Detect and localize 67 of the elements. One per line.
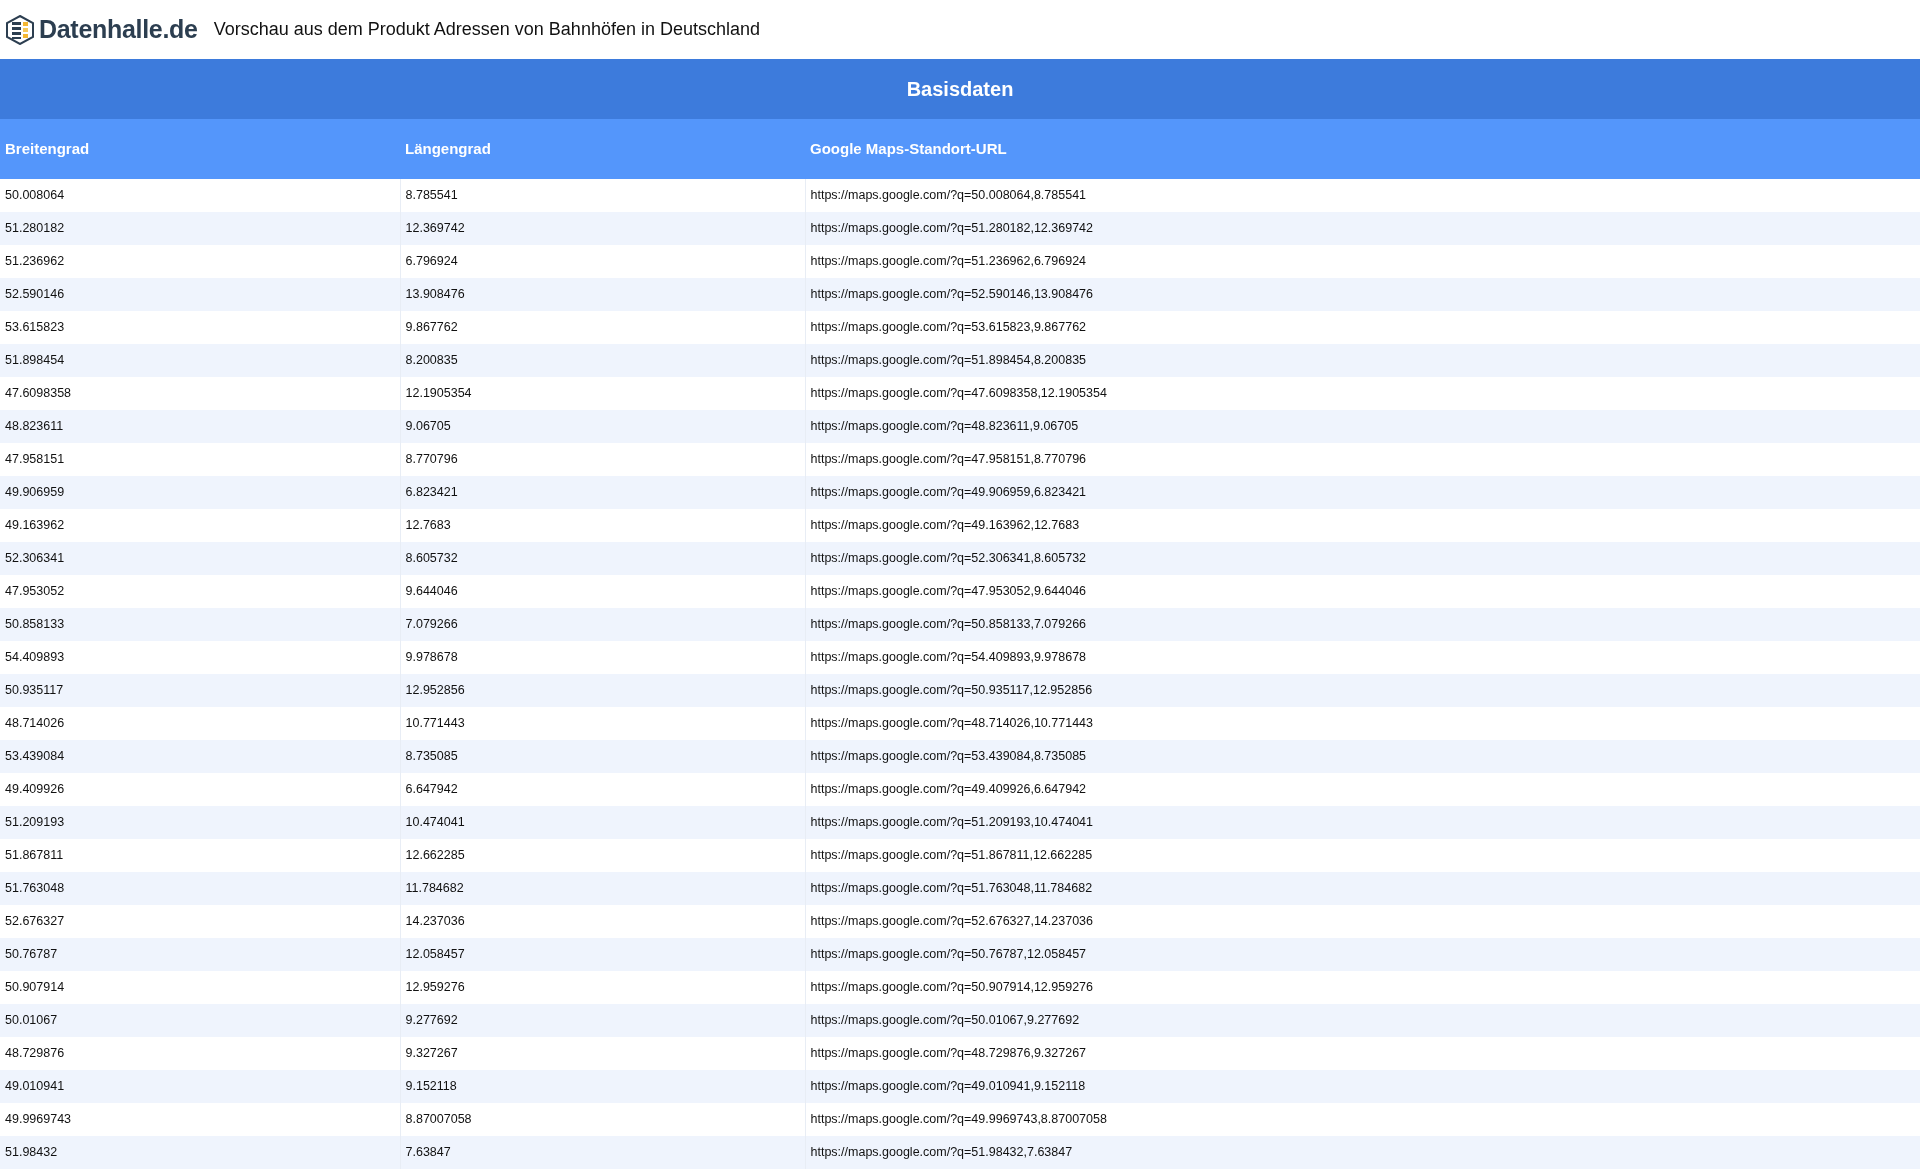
table-cell: 47.6098358 xyxy=(0,377,400,410)
table-cell: 7.079266 xyxy=(400,608,805,641)
table-cell: 51.236962 xyxy=(0,245,400,278)
table-cell: 53.439084 xyxy=(0,740,400,773)
table-cell: 52.306341 xyxy=(0,542,400,575)
table-cell: 6.823421 xyxy=(400,476,805,509)
table-cell: 50.907914 xyxy=(0,971,400,1004)
section-header: Basisdaten xyxy=(0,59,1920,119)
table-cell: 13.908476 xyxy=(400,278,805,311)
table-cell: 50.935117 xyxy=(0,674,400,707)
table-cell: 52.676327 xyxy=(0,905,400,938)
table-cell: https://maps.google.com/?q=52.590146,13.908476 xyxy=(805,278,1920,311)
table-cell: 52.590146 xyxy=(0,278,400,311)
table-cell: 51.280182 xyxy=(0,212,400,245)
table-cell: 50.76787 xyxy=(0,938,400,971)
table-cell: 51.898454 xyxy=(0,344,400,377)
table-cell: 50.858133 xyxy=(0,608,400,641)
table-cell: https://maps.google.com/?q=52.306341,8.605732 xyxy=(805,542,1920,575)
table-cell: 49.409926 xyxy=(0,773,400,806)
table-cell: https://maps.google.com/?q=50.01067,9.277692 xyxy=(805,1004,1920,1037)
table-cell: 51.763048 xyxy=(0,872,400,905)
table-cell: https://maps.google.com/?q=51.209193,10.474041 xyxy=(805,806,1920,839)
table-cell: 12.058457 xyxy=(400,938,805,971)
table-cell: https://maps.google.com/?q=50.935117,12.952856 xyxy=(805,674,1920,707)
table-cell: 49.163962 xyxy=(0,509,400,542)
table-cell: 49.9969743 xyxy=(0,1103,400,1136)
table-cell: 10.474041 xyxy=(400,806,805,839)
table-cell: 7.63847 xyxy=(400,1136,805,1169)
table-cell: 51.98432 xyxy=(0,1136,400,1169)
table-cell: 47.958151 xyxy=(0,443,400,476)
table-cell: 9.277692 xyxy=(400,1004,805,1037)
table-cell: 54.409893 xyxy=(0,641,400,674)
table-cell: 8.605732 xyxy=(400,542,805,575)
table-cell: 49.010941 xyxy=(0,1070,400,1103)
table-cell: 53.615823 xyxy=(0,311,400,344)
table-cell: 8.200835 xyxy=(400,344,805,377)
table-cell: 8.735085 xyxy=(400,740,805,773)
table-cell: https://maps.google.com/?q=49.010941,9.152118 xyxy=(805,1070,1920,1103)
table-cell: https://maps.google.com/?q=48.823611,9.06705 xyxy=(805,410,1920,443)
table-cell: https://maps.google.com/?q=51.763048,11.784682 xyxy=(805,872,1920,905)
table-cell: 51.867811 xyxy=(0,839,400,872)
table-cell: 51.209193 xyxy=(0,806,400,839)
table-cell: https://maps.google.com/?q=51.898454,8.200835 xyxy=(805,344,1920,377)
table-cell: 48.714026 xyxy=(0,707,400,740)
table-cell: https://maps.google.com/?q=50.858133,7.079266 xyxy=(805,608,1920,641)
table-cell: 49.906959 xyxy=(0,476,400,509)
table-cell: 9.152118 xyxy=(400,1070,805,1103)
table-cell: 48.729876 xyxy=(0,1037,400,1070)
table-cell: 9.06705 xyxy=(400,410,805,443)
table-cell: 11.784682 xyxy=(400,872,805,905)
table-cell: 50.008064 xyxy=(0,179,400,212)
table-cell: 48.823611 xyxy=(0,410,400,443)
logo-icon xyxy=(5,14,35,45)
table-cell: https://maps.google.com/?q=53.439084,8.735085 xyxy=(805,740,1920,773)
table-cell: 12.952856 xyxy=(400,674,805,707)
page-title: Vorschau aus dem Produkt Adressen von Bahnhöfen in Deutschland xyxy=(213,18,760,41)
column-header: Google Maps-Standort-URL xyxy=(805,119,1920,179)
table-cell: 50.01067 xyxy=(0,1004,400,1037)
logo-text[interactable]: Datenhalle.de xyxy=(39,10,198,49)
table-cell: 47.953052 xyxy=(0,575,400,608)
table-cell: 12.369742 xyxy=(400,212,805,245)
table-cell: https://maps.google.com/?q=50.76787,12.058457 xyxy=(805,938,1920,971)
table-cell: https://maps.google.com/?q=49.906959,6.823421 xyxy=(805,476,1920,509)
column-header: Längengrad xyxy=(400,119,805,179)
table-cell: https://maps.google.com/?q=51.98432,7.63847 xyxy=(805,1136,1920,1169)
column-header: Breitengrad xyxy=(0,119,400,179)
table-cell: https://maps.google.com/?q=51.280182,12.369742 xyxy=(805,212,1920,245)
